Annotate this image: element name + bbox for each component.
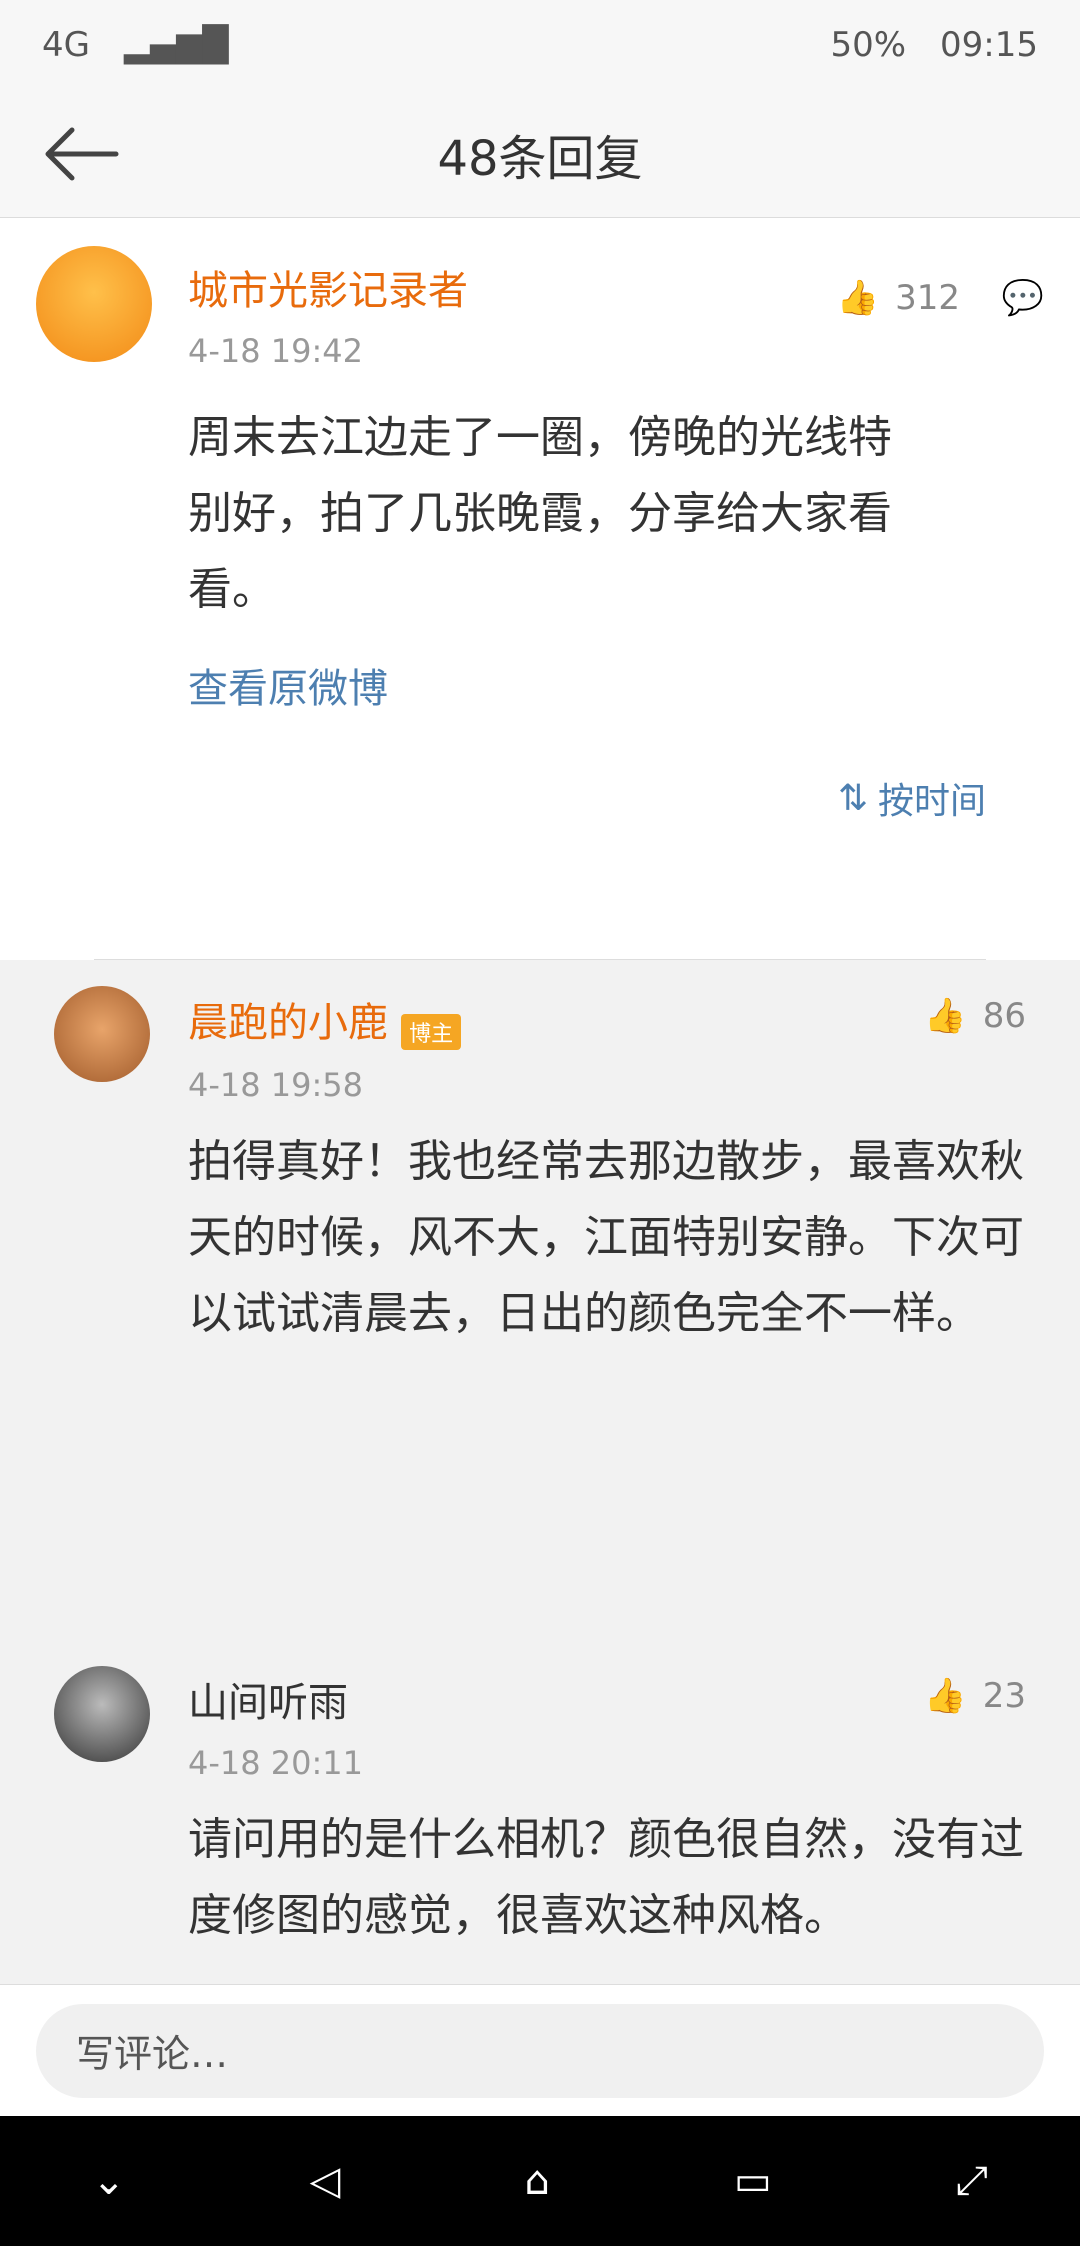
- nav-back-icon[interactable]: ◁: [310, 2158, 341, 2204]
- comment-like-count: 86: [982, 996, 1026, 1036]
- back-arrow-icon[interactable]: [40, 124, 120, 184]
- nav-home-icon[interactable]: ⌂: [525, 2158, 550, 2204]
- page-header: 48条回复: [0, 90, 1080, 218]
- post-author-name[interactable]: 城市光影记录者: [188, 258, 930, 316]
- original-post: 城市光影记录者 4-18 19:42 周末去江边走了一圈，傍晚的光线特别好，拍了…: [0, 218, 1080, 960]
- comment-content: 拍得真好！我也经常去那边散步，最喜欢秋天的时候，风不大，江面特别安静。下次可以试…: [188, 1135, 1024, 1339]
- commenter-name[interactable]: 山间听雨: [188, 1680, 348, 1726]
- post-content: 周末去江边走了一圈，傍晚的光线特别好，拍了几张晚霞，分享给大家看看。: [188, 412, 892, 615]
- comment-like-count: 23: [982, 1676, 1026, 1716]
- thumbs-up-icon: 👍: [924, 996, 967, 1036]
- page-title: 48条回复: [437, 130, 643, 187]
- nav-expand-icon[interactable]: ⤢: [956, 2158, 988, 2204]
- post-like-count: 312: [895, 278, 960, 318]
- signal-icon: ▂▄▆█: [123, 25, 229, 65]
- comment-like-button[interactable]: 👍 86: [924, 996, 1026, 1036]
- commenter-avatar[interactable]: [54, 1666, 150, 1762]
- nav-down-icon[interactable]: ⌄: [92, 2158, 126, 2204]
- comment-item: 晨跑的小鹿 博主 4-18 19:58 拍得真好！我也经常去那边散步，最喜欢秋天…: [0, 960, 1080, 1650]
- reply-bar: 写评论…: [0, 1984, 1080, 2116]
- network-indicator: 4G: [42, 25, 90, 65]
- battery-level: 50%: [830, 25, 907, 65]
- thumbs-up-icon: 👍: [924, 1676, 967, 1716]
- reply-input[interactable]: 写评论…: [36, 2003, 1044, 2098]
- system-nav-bar: ⌄ ◁ ⌂ ▭ ⤢: [0, 2116, 1080, 2246]
- comment-time: 4-18 19:58: [188, 1065, 364, 1104]
- comment-icon: 💬: [1001, 278, 1044, 318]
- comment-time: 4-18 20:11: [188, 1744, 364, 1782]
- sort-label: 按时间: [877, 781, 986, 822]
- status-bar: 4G ▂▄▆█ 50% 09:15: [0, 0, 1080, 90]
- post-comment-button[interactable]: 💬: [1002, 278, 1044, 318]
- post-author-avatar[interactable]: [36, 246, 152, 362]
- comment-content: 请问用的是什么相机？颜色很自然，没有过度修图的感觉，很喜欢这种风格。: [188, 1814, 1024, 1941]
- commenter-avatar[interactable]: [54, 986, 150, 1082]
- thumbs-up-icon: 👍: [836, 278, 880, 318]
- comment-item: 山间听雨 4-18 20:11 请问用的是什么相机？颜色很自然，没有过度修图的感…: [0, 1650, 1080, 1954]
- post-like-button[interactable]: 👍 312: [837, 278, 960, 318]
- commenter-name[interactable]: 晨跑的小鹿: [188, 1000, 388, 1046]
- comment-like-button[interactable]: 👍 23: [924, 1676, 1026, 1716]
- post-time: 4-18 19:42: [188, 332, 364, 370]
- author-badge: 博主: [401, 1013, 462, 1050]
- clock: 09:15: [940, 25, 1038, 65]
- nav-recents-icon[interactable]: ▭: [734, 2158, 772, 2204]
- view-original-link[interactable]: 查看原微博: [188, 656, 930, 714]
- sort-toggle[interactable]: ⇅ 按时间: [838, 772, 986, 824]
- sort-icon: ⇅: [837, 777, 868, 819]
